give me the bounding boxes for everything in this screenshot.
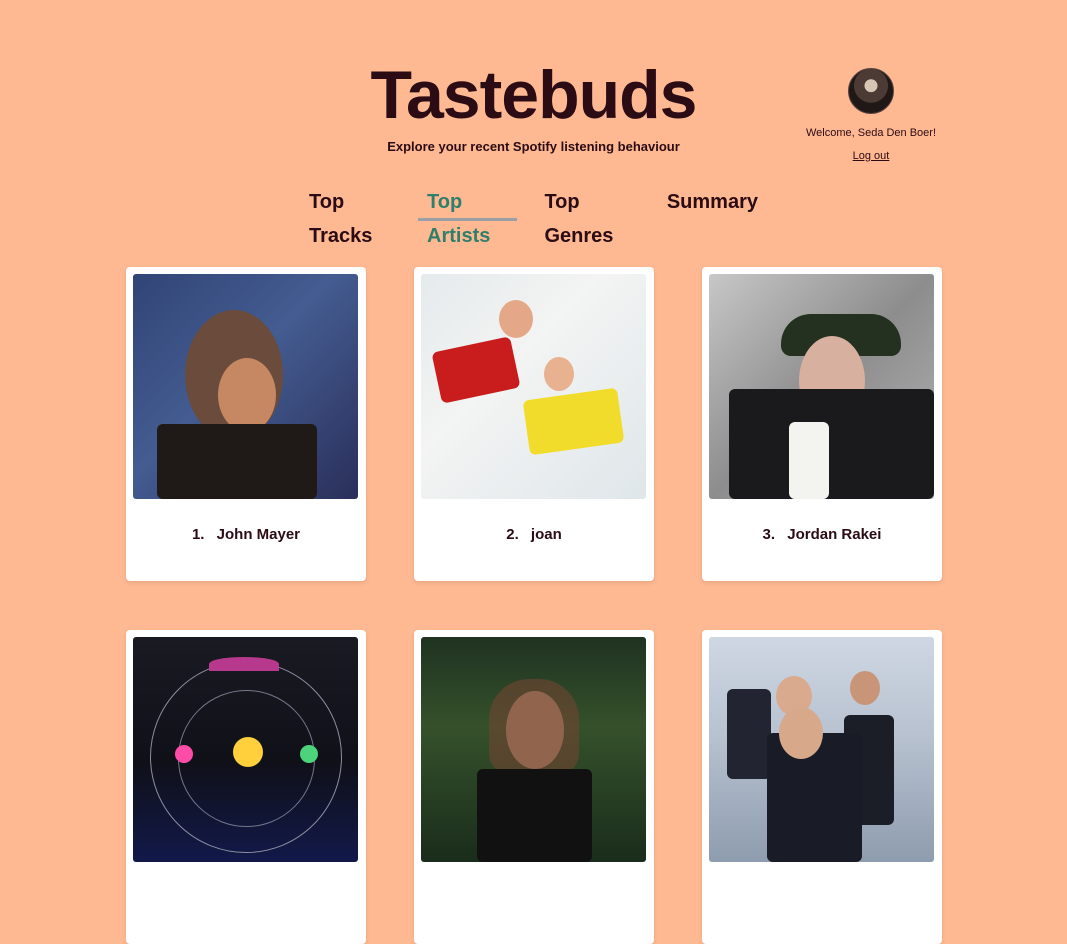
- artist-rank: 1.: [191, 526, 205, 543]
- artist-card[interactable]: 1. John Mayer: [126, 267, 366, 581]
- artist-name: Jordan Rakei: [787, 526, 882, 543]
- artist-card[interactable]: [126, 630, 366, 944]
- tab-top-genres[interactable]: Top Genres: [535, 185, 639, 247]
- artist-label: 1. John Mayer: [126, 526, 366, 543]
- tab-top-artists[interactable]: Top Artists: [418, 185, 518, 247]
- artist-photo: [421, 637, 646, 862]
- artist-label: [702, 889, 942, 906]
- tab-summary[interactable]: Summary: [658, 185, 767, 219]
- artist-rank: 3.: [762, 526, 776, 543]
- artist-card[interactable]: 3. Jordan Rakei: [702, 267, 942, 581]
- artist-photo: [709, 274, 934, 499]
- user-panel: Welcome, Seda Den Boer! Log out: [795, 68, 947, 164]
- artist-rank: 2.: [506, 526, 519, 543]
- artist-card[interactable]: [702, 630, 942, 944]
- welcome-text: Welcome, Seda Den Boer!: [805, 127, 937, 139]
- artist-label: 3. Jordan Rakei: [702, 526, 942, 543]
- artist-card[interactable]: 2. joan: [414, 267, 654, 581]
- artist-grid: 1. John Mayer 2. joan 3. Jordan Rakei: [126, 267, 943, 944]
- page-header: Tastebuds Explore your recent Spotify li…: [0, 0, 1067, 247]
- artist-photo: [709, 637, 934, 862]
- artist-photo: [421, 274, 646, 499]
- avatar: [848, 68, 894, 114]
- artist-label: [126, 889, 366, 906]
- artist-label: 2. joan: [414, 526, 654, 543]
- artist-name: joan: [530, 526, 562, 543]
- tab-top-tracks[interactable]: Top Tracks: [300, 185, 400, 247]
- logout-link[interactable]: Log out: [853, 150, 890, 162]
- artist-name: John Mayer: [216, 526, 301, 543]
- main-tabs: Top Tracks Top Artists Top Genres Summar…: [300, 185, 767, 247]
- artist-photo: [133, 274, 358, 499]
- artist-photo: [133, 637, 358, 862]
- artist-card[interactable]: [414, 630, 654, 944]
- artist-label: [414, 889, 654, 906]
